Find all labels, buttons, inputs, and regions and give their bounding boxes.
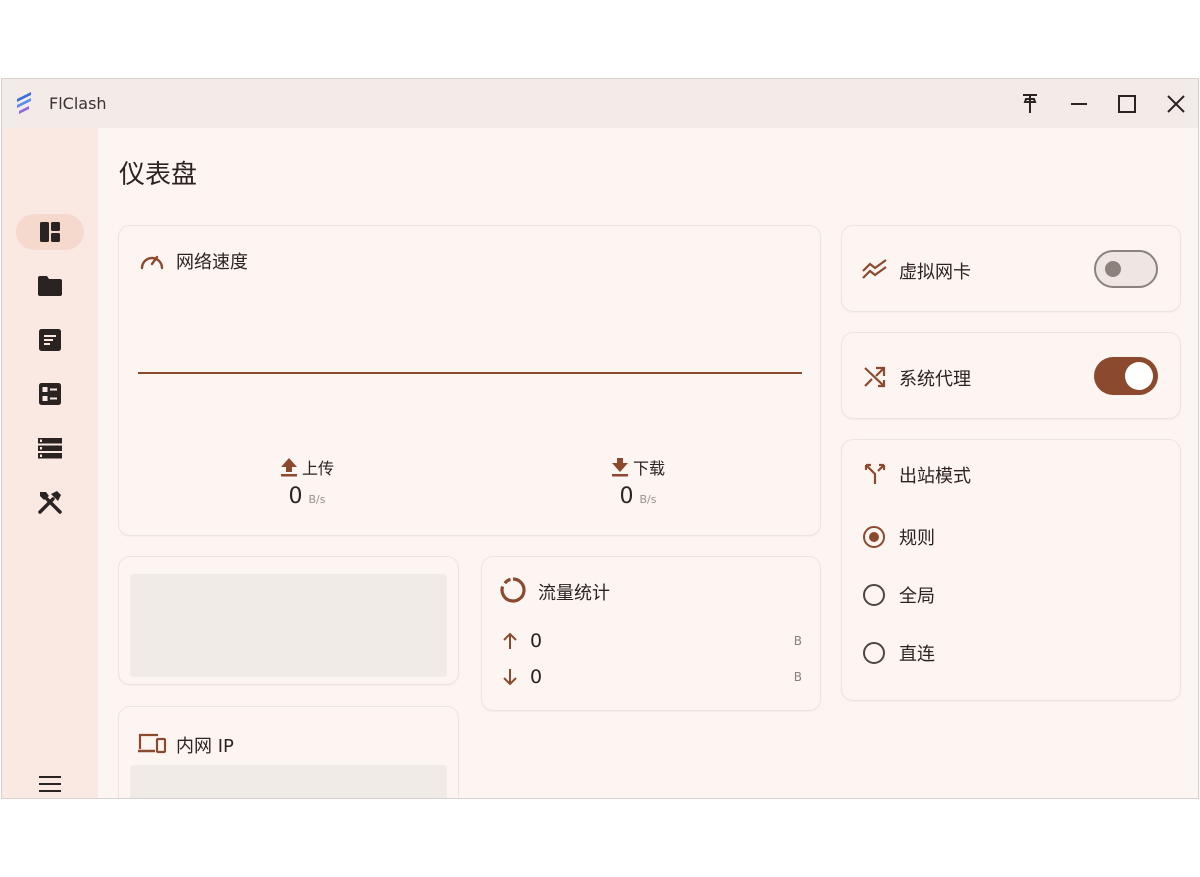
tools-icon [38,491,62,514]
mode-option-direct[interactable]: 直连 [863,640,935,666]
maximize-button[interactable] [1112,89,1142,119]
mode-label-direct: 直连 [899,644,935,665]
upload-label: 上传 [301,459,334,478]
intranet-ip-placeholder [130,765,447,798]
menu-icon [39,776,61,792]
notes-icon [39,329,61,351]
tun-card[interactable]: 虚拟网卡 [841,225,1181,312]
upload-speed: 上传 0 B/s [247,456,367,509]
traffic-card[interactable]: 流量统计 0 B 0 B [481,556,821,711]
title-bar[interactable]: FlClash [2,79,1198,128]
sidebar-menu-button[interactable] [16,766,84,798]
pin-icon [1023,94,1037,113]
donut-chart-icon [500,577,526,603]
speedometer-icon [140,255,164,270]
sidebar [2,128,98,798]
loading-placeholder [130,574,447,677]
radio-rule[interactable] [863,526,885,548]
system-proxy-toggle-knob [1125,362,1153,390]
system-proxy-toggle[interactable] [1094,357,1158,395]
system-proxy-card[interactable]: 系统代理 [841,332,1181,419]
app-title: FlClash [49,94,107,113]
shuffle-icon [864,366,886,388]
mode-option-rule[interactable]: 规则 [863,524,935,550]
app-logo-icon [17,92,31,114]
close-button[interactable] [1161,89,1191,119]
sidebar-item-tools[interactable] [16,484,84,520]
radio-direct[interactable] [863,642,885,664]
radio-global[interactable] [863,584,885,606]
traffic-down-value: 0 [530,666,543,688]
download-speed: 下载 0 B/s [578,456,698,509]
tun-toggle[interactable] [1094,250,1158,288]
page-title: 仪表盘 [119,160,198,190]
pin-button[interactable] [1015,89,1045,119]
maximize-icon [1118,95,1136,113]
sidebar-item-connections[interactable] [16,376,84,412]
traffic-down-unit: B [793,670,802,684]
mode-label-global: 全局 [899,586,935,607]
traffic-up-unit: B [793,634,802,648]
call-split-icon [864,463,886,484]
traffic-up-row: 0 B [502,629,802,653]
intranet-ip-title: 内网 IP [176,736,234,757]
download-label: 下载 [632,459,665,478]
list-icon [38,438,62,459]
sidebar-item-dashboard[interactable] [16,214,84,250]
download-value: 0 [619,484,634,509]
minimize-icon [1071,103,1087,105]
tun-toggle-knob [1105,261,1121,277]
outbound-mode-title: 出站模式 [899,466,971,487]
sidebar-item-logs[interactable] [16,430,84,466]
upload-value: 0 [288,484,303,509]
traffic-up-value: 0 [530,630,543,652]
arrow-up-icon [503,632,517,649]
upload-unit: B/s [308,493,326,506]
arrow-down-icon [503,669,517,686]
outbound-mode-card: 出站模式 规则 全局 直连 [841,439,1181,701]
speed-chart-line [138,372,802,374]
mode-option-global[interactable]: 全局 [863,582,935,608]
dashboard-icon [40,222,60,242]
intranet-ip-card[interactable]: 内网 IP [118,706,459,798]
grid-list-icon [39,383,61,405]
dashboard-main: 仪表盘 网络速度 上传 0 B/s 下载 0 B/s 流量统计 0 B 0 B … [98,128,1198,798]
download-arrow-icon [611,458,628,477]
loading-card [118,556,459,685]
close-icon [1167,95,1185,113]
upload-arrow-icon [280,458,297,477]
network-speed-card[interactable]: 网络速度 上传 0 B/s 下载 0 B/s [118,225,821,536]
sidebar-item-requests[interactable] [16,322,84,358]
app-window: FlClash 仪表盘 网络速度 上传 0 B/s 下载 0 B/s 流量统计 … [1,78,1199,799]
sidebar-item-profiles[interactable] [16,268,84,304]
traffic-down-row: 0 B [502,665,802,689]
folder-icon [38,276,62,296]
traffic-title: 流量统计 [538,583,610,604]
system-proxy-title: 系统代理 [899,369,971,390]
stacked-line-chart-icon [862,259,887,279]
mode-label-rule: 规则 [899,528,935,549]
download-unit: B/s [639,493,657,506]
network-speed-title: 网络速度 [176,252,248,273]
tun-title: 虚拟网卡 [899,262,971,283]
minimize-button[interactable] [1064,89,1094,119]
devices-icon [138,733,167,754]
